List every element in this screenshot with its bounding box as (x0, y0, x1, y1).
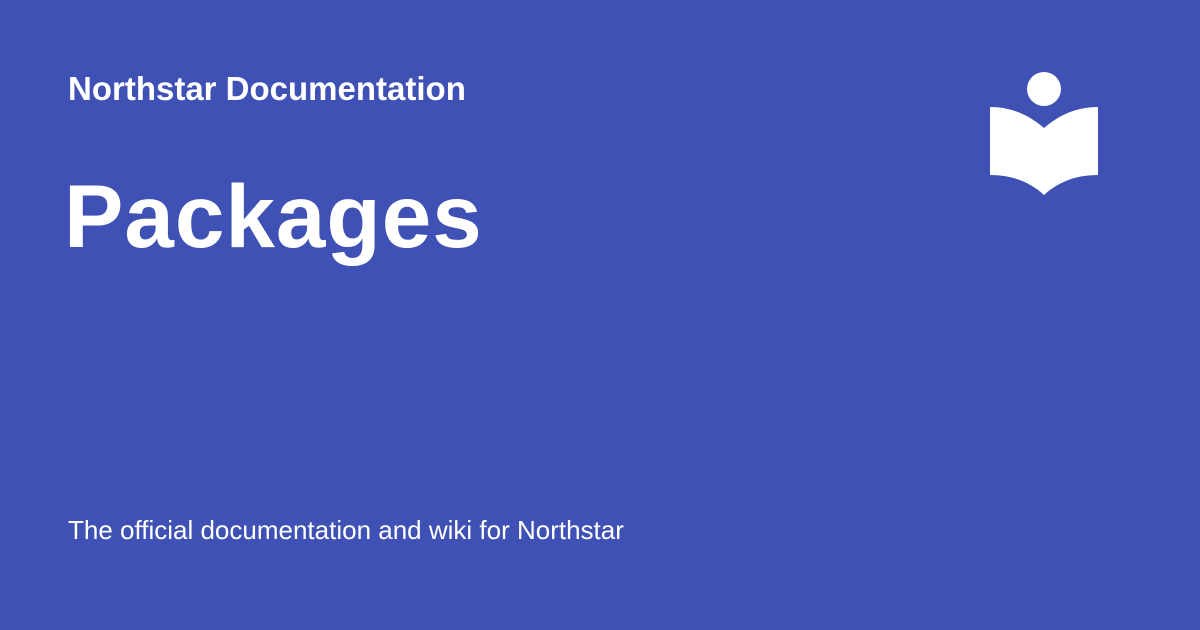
tagline: The official documentation and wiki for … (68, 515, 624, 545)
page-title: Packages (64, 166, 483, 266)
site-name: Northstar Documentation (68, 70, 466, 107)
reader-book-icon (988, 70, 1100, 196)
